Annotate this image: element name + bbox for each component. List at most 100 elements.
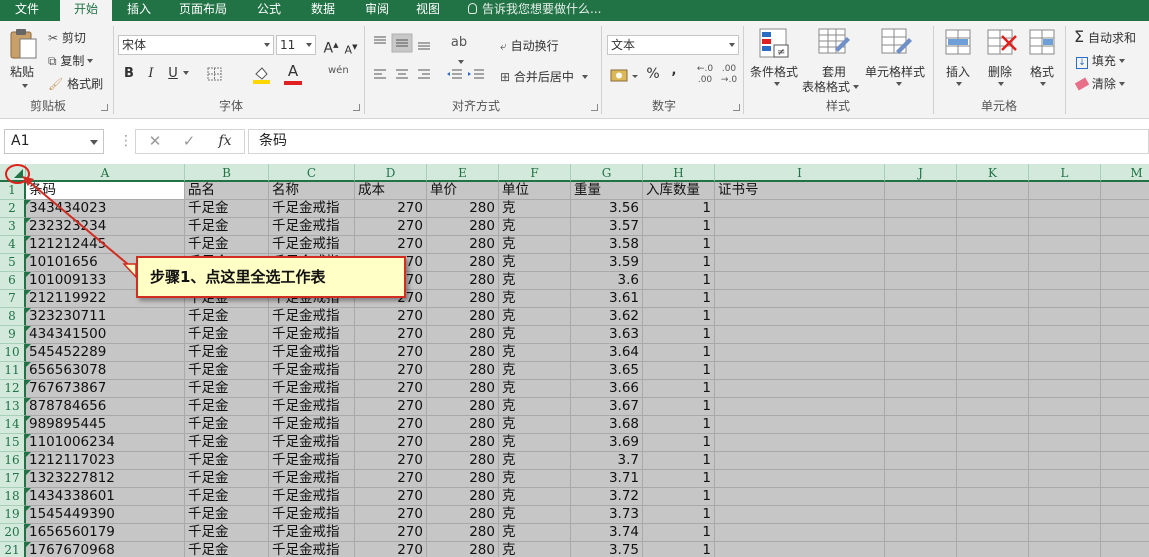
table-cell[interactable]: 270 xyxy=(355,470,427,488)
column-header-f[interactable]: F xyxy=(499,164,571,182)
table-cell[interactable]: 270 xyxy=(355,416,427,434)
table-cell[interactable] xyxy=(885,416,957,434)
enter-formula-icon[interactable]: ✓ xyxy=(174,130,204,153)
insert-function-icon[interactable]: fx xyxy=(210,130,240,153)
header-cell[interactable]: 单位 xyxy=(499,182,571,200)
cut-button[interactable]: ✂ 剪切 xyxy=(48,29,86,46)
row-header[interactable]: 14 xyxy=(0,416,26,434)
table-cell[interactable]: 3.72 xyxy=(571,488,643,506)
table-cell[interactable] xyxy=(957,380,1029,398)
table-cell[interactable]: 3.64 xyxy=(571,344,643,362)
row-header[interactable]: 18 xyxy=(0,488,26,506)
table-cell[interactable]: 280 xyxy=(427,434,499,452)
table-cell[interactable]: 1767670968 xyxy=(26,542,185,557)
table-cell[interactable]: 1323227812 xyxy=(26,470,185,488)
table-cell[interactable]: 千足金戒指 xyxy=(269,200,355,218)
table-cell[interactable] xyxy=(1101,434,1149,452)
table-cell[interactable]: 270 xyxy=(355,362,427,380)
autosum-button[interactable]: Σ 自动求和 xyxy=(1074,27,1136,46)
table-cell[interactable]: 270 xyxy=(355,308,427,326)
table-cell[interactable] xyxy=(715,308,885,326)
table-cell[interactable]: 232323234 xyxy=(26,218,185,236)
format-table-button[interactable]: 表格格式 xyxy=(802,78,860,95)
table-cell[interactable] xyxy=(1029,290,1101,308)
row-header[interactable]: 6 xyxy=(0,272,26,290)
table-cell[interactable] xyxy=(1101,470,1149,488)
column-header-b[interactable]: B xyxy=(185,164,269,182)
table-cell[interactable] xyxy=(1101,326,1149,344)
table-cell[interactable] xyxy=(957,506,1029,524)
row-header[interactable]: 11 xyxy=(0,362,26,380)
table-cell[interactable]: 克 xyxy=(499,524,571,542)
table-cell[interactable] xyxy=(1101,524,1149,542)
table-cell[interactable] xyxy=(1101,344,1149,362)
table-cell[interactable] xyxy=(1029,236,1101,254)
table-cell[interactable] xyxy=(1029,362,1101,380)
header-cell[interactable] xyxy=(1029,182,1101,200)
table-cell[interactable] xyxy=(885,362,957,380)
table-cell[interactable]: 克 xyxy=(499,506,571,524)
font-size-combo[interactable]: 11 xyxy=(276,35,316,55)
table-cell[interactable]: 千足金戒指 xyxy=(269,434,355,452)
column-header-k[interactable]: K xyxy=(957,164,1029,182)
table-cell[interactable] xyxy=(715,434,885,452)
table-cell[interactable]: 3.6 xyxy=(571,272,643,290)
table-cell[interactable]: 千足金戒指 xyxy=(269,362,355,380)
table-cell[interactable]: 1 xyxy=(643,380,715,398)
table-cell[interactable] xyxy=(715,290,885,308)
table-cell[interactable] xyxy=(957,452,1029,470)
table-cell[interactable]: 3.58 xyxy=(571,236,643,254)
header-cell[interactable]: 重量 xyxy=(571,182,643,200)
table-cell[interactable]: 千足金 xyxy=(185,344,269,362)
table-cell[interactable]: 280 xyxy=(427,290,499,308)
fill-button[interactable]: ↓ 填充 xyxy=(1076,52,1125,69)
header-cell[interactable] xyxy=(957,182,1029,200)
table-cell[interactable] xyxy=(957,218,1029,236)
table-cell[interactable]: 280 xyxy=(427,254,499,272)
table-cell[interactable] xyxy=(957,434,1029,452)
table-cell[interactable]: 1 xyxy=(643,308,715,326)
header-cell[interactable]: 单价 xyxy=(427,182,499,200)
table-cell[interactable]: 323230711 xyxy=(26,308,185,326)
table-cell[interactable]: 3.56 xyxy=(571,200,643,218)
paste-dropdown-icon[interactable] xyxy=(22,84,28,88)
table-cell[interactable] xyxy=(957,308,1029,326)
table-cell[interactable]: 280 xyxy=(427,488,499,506)
table-cell[interactable]: 1101006234 xyxy=(26,434,185,452)
table-cell[interactable]: 280 xyxy=(427,542,499,557)
table-cell[interactable]: 克 xyxy=(499,344,571,362)
table-cell[interactable] xyxy=(957,416,1029,434)
table-cell[interactable]: 1 xyxy=(643,470,715,488)
table-cell[interactable] xyxy=(1101,398,1149,416)
table-cell[interactable]: 545452289 xyxy=(26,344,185,362)
table-cell[interactable] xyxy=(1029,344,1101,362)
table-cell[interactable]: 270 xyxy=(355,344,427,362)
table-cell[interactable]: 克 xyxy=(499,218,571,236)
table-cell[interactable] xyxy=(715,452,885,470)
table-cell[interactable]: 280 xyxy=(427,200,499,218)
table-cell[interactable]: 3.61 xyxy=(571,290,643,308)
table-cell[interactable] xyxy=(1101,506,1149,524)
table-cell[interactable]: 1 xyxy=(643,254,715,272)
table-cell[interactable]: 千足金 xyxy=(185,542,269,557)
cancel-formula-icon[interactable]: ✕ xyxy=(140,130,170,153)
table-cell[interactable]: 千足金 xyxy=(185,470,269,488)
table-cell[interactable] xyxy=(715,218,885,236)
name-box[interactable]: A1 xyxy=(4,129,104,154)
grow-font-button[interactable]: A▲ xyxy=(322,35,340,57)
table-cell[interactable]: 克 xyxy=(499,488,571,506)
table-cell[interactable]: 千足金戒指 xyxy=(269,506,355,524)
menu-data[interactable]: 数据 xyxy=(302,0,344,21)
table-cell[interactable] xyxy=(957,290,1029,308)
row-header[interactable]: 1 xyxy=(0,182,26,200)
table-cell[interactable] xyxy=(715,506,885,524)
percent-button[interactable]: % xyxy=(645,64,661,84)
table-cell[interactable]: 千足金 xyxy=(185,488,269,506)
table-cell[interactable]: 270 xyxy=(355,452,427,470)
table-cell[interactable]: 1 xyxy=(643,506,715,524)
column-header-a[interactable]: A xyxy=(26,164,185,182)
table-cell[interactable] xyxy=(1029,470,1101,488)
table-cell[interactable] xyxy=(715,200,885,218)
underline-button[interactable]: U xyxy=(166,64,180,84)
table-cell[interactable]: 1 xyxy=(643,434,715,452)
